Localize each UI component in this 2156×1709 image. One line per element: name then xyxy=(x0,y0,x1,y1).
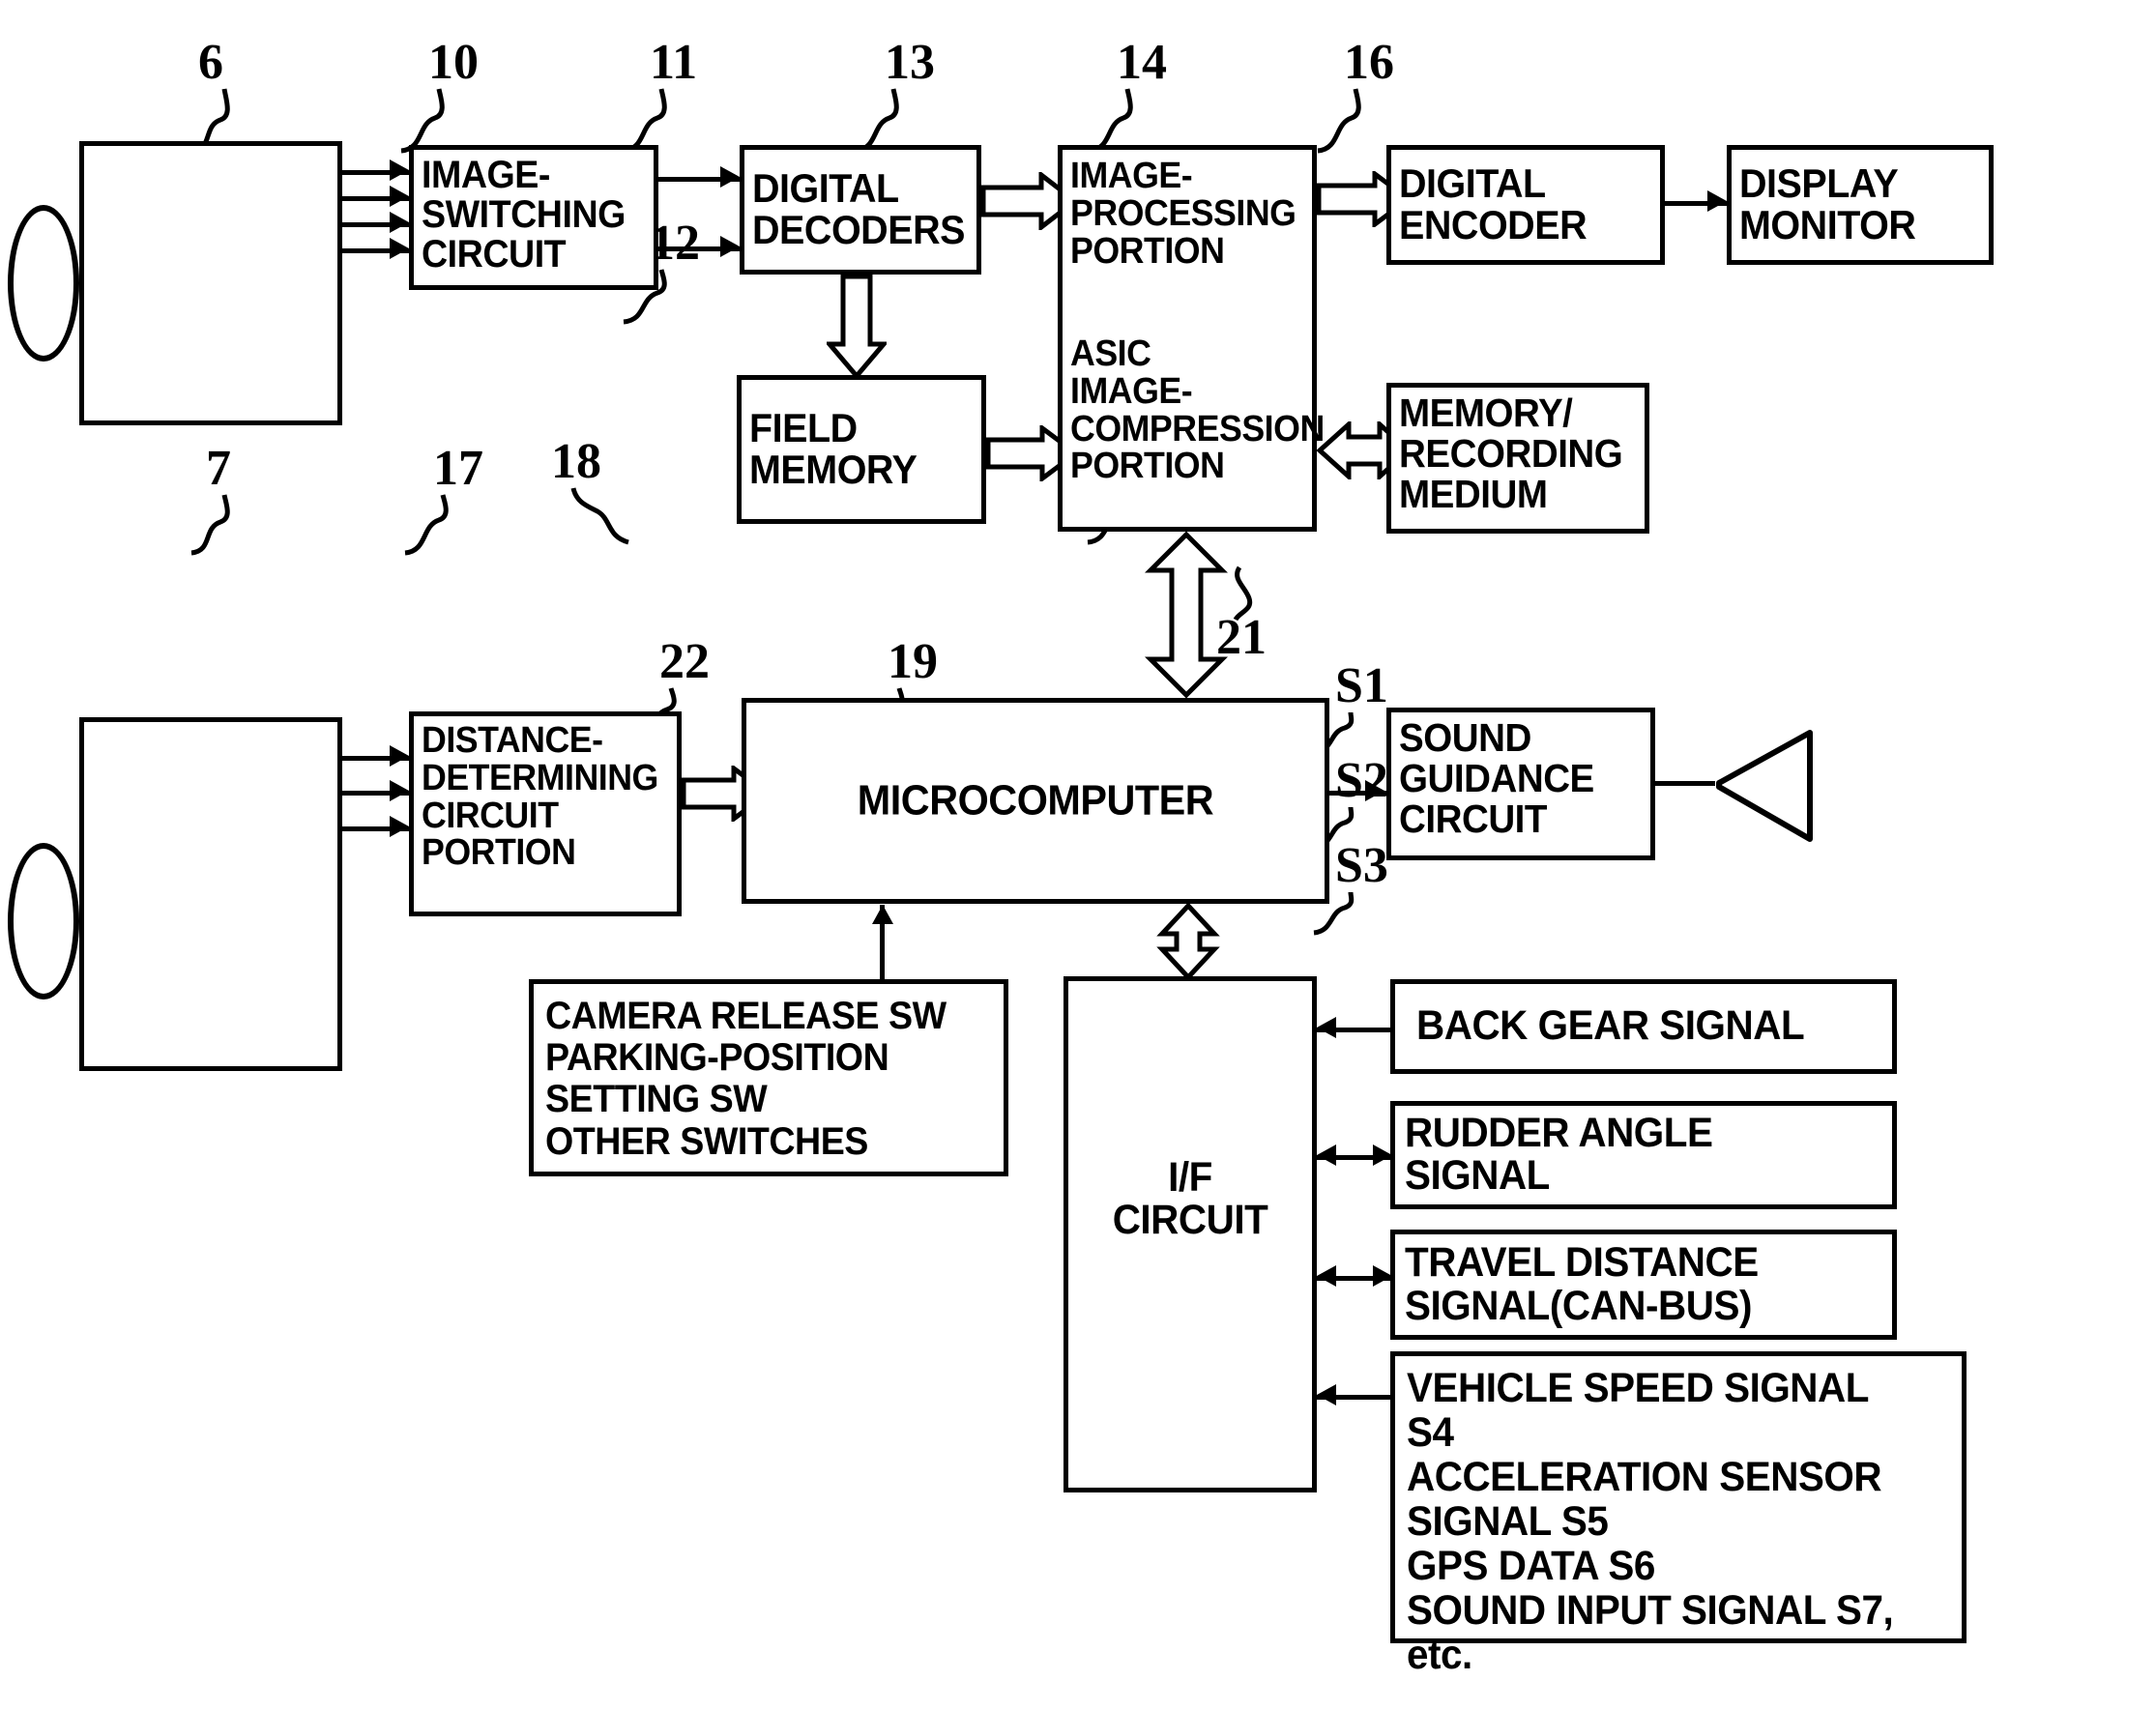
connector-13-18 xyxy=(1145,532,1228,698)
memory-recording-medium-block: MEMORY/ RECORDING MEDIUM xyxy=(1386,383,1649,534)
ref-label-14: 14 xyxy=(1117,35,1167,90)
speaker-icon xyxy=(1713,727,1820,845)
ref-label-s3: S3 xyxy=(1335,838,1388,893)
arrowhead-18-20 xyxy=(1365,780,1384,801)
back-gear-signal-block: BACK GEAR SIGNAL xyxy=(1390,979,1897,1074)
arrowhead-22-18 xyxy=(872,905,893,924)
leader-line-21 xyxy=(1228,565,1286,622)
connector-20-21 xyxy=(1655,781,1715,786)
field-memory-block: FIELD MEMORY xyxy=(737,375,986,524)
arrowhead-cam6-10-d xyxy=(390,238,409,259)
arrowhead-s2-left xyxy=(1317,1144,1336,1166)
asic-block: IMAGE- PROCESSING PORTION ASIC IMAGE- CO… xyxy=(1058,145,1325,532)
connector-11-12 xyxy=(827,275,887,379)
if-circuit-block: I/F CIRCUIT xyxy=(1063,976,1317,1492)
rudder-angle-signal-block: RUDDER ANGLE SIGNAL xyxy=(1390,1101,1897,1209)
arrowhead-s3-right xyxy=(1373,1265,1392,1287)
image-switching-circuit-block: IMAGE- SWITCHING CIRCUIT xyxy=(409,145,658,290)
arrowhead-misc-19 xyxy=(1317,1384,1336,1405)
ref-label-17: 17 xyxy=(433,441,483,496)
connector-18-19 xyxy=(1156,903,1220,980)
ref-label-10: 10 xyxy=(428,35,479,90)
arrowhead-10-11-b xyxy=(720,236,740,257)
sound-guidance-circuit-block: SOUND GUIDANCE CIRCUIT xyxy=(1386,708,1655,860)
misc-signals-block: VEHICLE SPEED SIGNAL S4 ACCELERATION SEN… xyxy=(1390,1351,1967,1677)
ref-label-11: 11 xyxy=(650,35,698,90)
leader-line-7 xyxy=(184,493,261,557)
distance-determining-circuit-block: DISTANCE- DETERMINING CIRCUIT PORTION xyxy=(409,711,682,916)
display-monitor-block: DISPLAY MONITOR xyxy=(1727,145,1994,265)
arrowhead-s2-right xyxy=(1373,1144,1392,1166)
ref-label-22: 22 xyxy=(659,634,710,689)
leader-line-17 xyxy=(400,493,478,557)
camera-lens-rear-icon xyxy=(8,205,79,362)
arrowhead-cam7-17-a xyxy=(390,745,409,767)
switches-block: CAMERA RELEASE SW PARKING-POSITION SETTI… xyxy=(529,979,1008,1176)
ref-label-s1: S1 xyxy=(1335,658,1388,713)
travel-distance-signal-block: TRAVEL DISTANCE SIGNAL(CAN-BUS) xyxy=(1390,1230,1897,1340)
ref-label-18: 18 xyxy=(551,434,601,489)
arrowhead-14-16 xyxy=(1707,190,1727,212)
leader-line-16 xyxy=(1313,87,1390,155)
ref-label-13: 13 xyxy=(885,35,935,90)
arrowhead-cam7-17-c xyxy=(390,816,409,837)
arrowhead-s3-left xyxy=(1317,1265,1336,1287)
arrowhead-cam6-10-b xyxy=(390,186,409,207)
arrowhead-cam6-10-c xyxy=(390,212,409,233)
microcomputer-block: MICROCOMPUTER xyxy=(742,698,1329,904)
patent-block-diagram: 6 10 11 12 13 14 15 16 7 17 18 20 xyxy=(0,0,2156,1709)
arrowhead-cam6-10-a xyxy=(390,159,409,181)
arrowhead-s1-19 xyxy=(1317,1017,1336,1038)
ref-label-7: 7 xyxy=(206,441,231,496)
ref-label-19: 19 xyxy=(888,634,938,689)
camera-lens-front-icon xyxy=(8,843,79,999)
leader-line-18 xyxy=(570,486,638,546)
ref-label-6: 6 xyxy=(198,35,223,90)
digital-encoder-block: DIGITAL ENCODER xyxy=(1386,145,1665,265)
camera-unit-front xyxy=(79,717,342,1071)
digital-decoders-block: DIGITAL DECODERS xyxy=(740,145,981,275)
arrowhead-cam7-17-b xyxy=(390,780,409,801)
ref-label-16: 16 xyxy=(1344,35,1394,90)
arrowhead-10-11-a xyxy=(720,166,740,188)
camera-unit-rear xyxy=(79,141,342,425)
